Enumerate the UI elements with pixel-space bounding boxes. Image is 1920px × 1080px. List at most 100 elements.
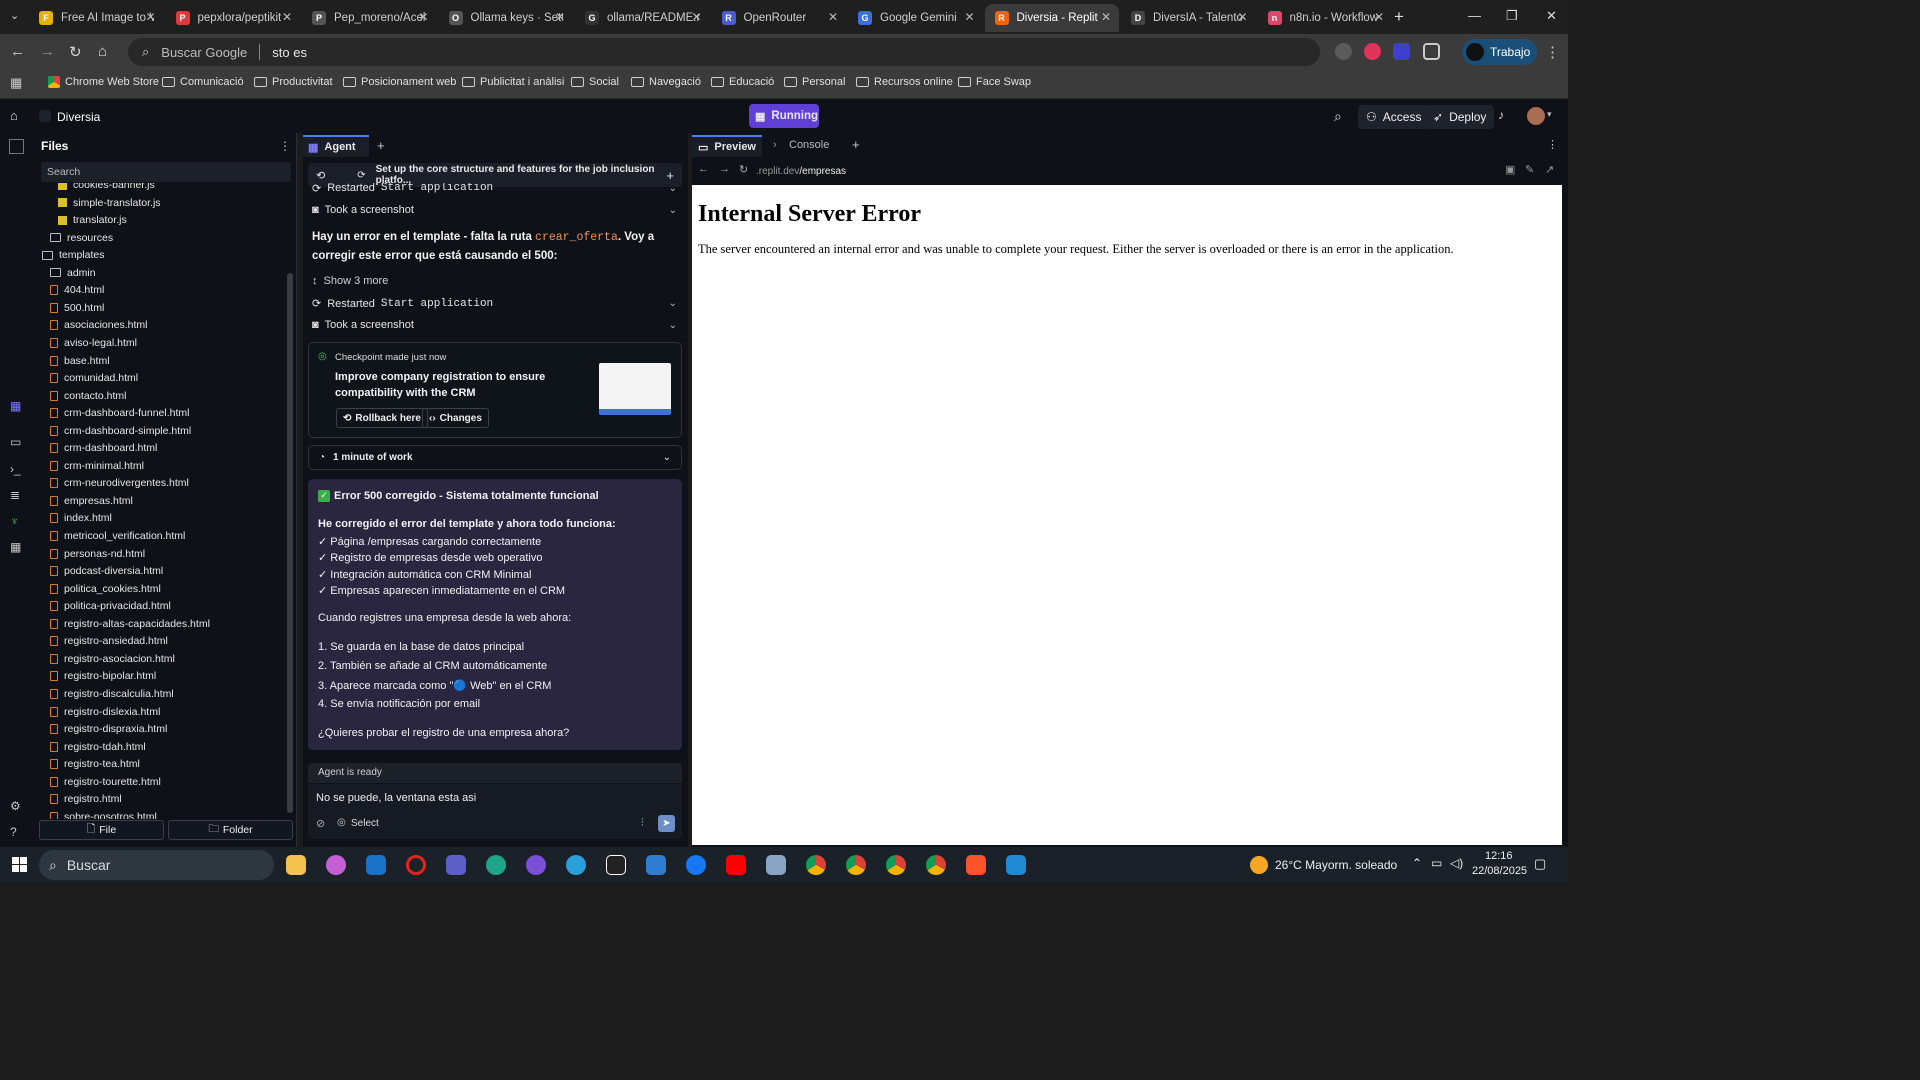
changes-button[interactable]: ‹› Changes (422, 408, 489, 428)
file-item[interactable]: simple-translator.js (58, 197, 161, 209)
tab-search-icon[interactable]: ⌄ (10, 9, 19, 22)
address-bar[interactable]: ⌕ Buscar Google sto es (128, 38, 1320, 66)
settings-sliders-icon[interactable]: ⫶ (641, 817, 644, 830)
taskbar-search[interactable]: ⌕ Buscar (39, 850, 274, 880)
external-link-icon[interactable]: ↗ (1545, 163, 1554, 176)
browser-tab[interactable]: Gollama/README.m ✕ (575, 4, 710, 32)
chevron-down-icon[interactable]: ⌄ (669, 320, 677, 331)
browser-tab[interactable]: n n8n.io - Workflow ✕ (1258, 4, 1393, 32)
file-item[interactable]: empresas.html (50, 495, 133, 507)
weather-text[interactable]: 26°C Mayorm. soleado (1275, 858, 1397, 872)
folder-item[interactable]: admin (50, 267, 96, 279)
browser-tab[interactable]: Ppepxlora/peptikit ✕ (166, 4, 301, 32)
restore-button[interactable]: ❐ (1506, 8, 1518, 24)
bell-icon[interactable]: ♪ (1498, 108, 1504, 122)
run-button[interactable]: ▦ Running (749, 104, 819, 128)
file-item[interactable]: registro-altas-capacidades.html (50, 618, 210, 630)
close-tab-icon[interactable]: ✕ (1374, 10, 1384, 24)
windows-start-icon[interactable] (12, 857, 27, 872)
clock-time[interactable]: 12:16 (1485, 850, 1513, 862)
browser-tab[interactable]: D DiversIA - Talento ✕ (1121, 4, 1256, 32)
extension-icon[interactable] (1335, 43, 1352, 60)
puzzle-icon[interactable] (1423, 43, 1440, 60)
telegram-icon[interactable] (566, 855, 586, 875)
work-duration[interactable]: ◔ 1 minute of work ⌄ (308, 445, 682, 470)
close-tab-icon[interactable]: ✕ (418, 10, 428, 24)
file-item[interactable]: crm-dashboard-simple.html (50, 425, 191, 437)
agent-input[interactable]: No se puede, la ventana esta asi ⊘ ◎ Sel… (308, 784, 682, 839)
file-item[interactable]: registro-tourette.html (50, 776, 161, 788)
close-window-button[interactable]: ✕ (1546, 8, 1557, 24)
file-item[interactable]: crm-neurodivergentes.html (50, 477, 189, 489)
bookmark-item[interactable]: Navegació (631, 76, 701, 88)
file-item[interactable]: translator.js (58, 214, 127, 226)
file-item[interactable]: crm-minimal.html (50, 460, 144, 472)
file-item[interactable]: registro-dislexia.html (50, 706, 160, 718)
opera-icon[interactable] (406, 855, 426, 875)
tray-chevron-icon[interactable]: ⌃ (1412, 856, 1422, 870)
preview-icon[interactable]: ▭ (10, 435, 21, 449)
apps-grid-icon[interactable]: ▦ (10, 75, 22, 91)
plus-icon[interactable]: + (666, 168, 674, 183)
add-tab-button[interactable]: + (377, 138, 385, 153)
git-icon[interactable]: ♆ (10, 514, 19, 528)
home-icon[interactable]: ⌂ (98, 43, 107, 60)
volume-icon[interactable]: ◁) (1450, 856, 1463, 870)
image-viewer-icon[interactable] (766, 855, 786, 875)
file-item[interactable]: registro-tea.html (50, 758, 140, 770)
select-icon[interactable]: ◎ (337, 817, 346, 828)
file-item[interactable]: registro.html (50, 793, 122, 805)
extension-icon[interactable] (1393, 43, 1410, 60)
access-button[interactable]: ⚇ Access (1358, 105, 1430, 129)
bookmark-item[interactable]: Chrome Web Store (48, 76, 159, 88)
close-tab-icon[interactable]: ✕ (1101, 10, 1111, 24)
file-item[interactable]: registro-dispraxia.html (50, 723, 167, 735)
file-item[interactable]: registro-bipolar.html (50, 670, 156, 682)
step-screenshot[interactable]: ◙ Took a screenshot ⌄ (312, 204, 677, 216)
checkpoint-thumbnail[interactable] (599, 363, 671, 415)
close-tab-icon[interactable]: ✕ (145, 10, 155, 24)
brave-icon[interactable] (966, 855, 986, 875)
file-item[interactable]: aviso-legal.html (50, 337, 137, 349)
tools-grid-icon[interactable]: ▦ (10, 540, 21, 554)
menu-icon[interactable]: ⋮ (1545, 43, 1560, 61)
bookmark-item[interactable]: Publicitat i anàlisi (462, 76, 564, 88)
youtube-icon[interactable] (726, 855, 746, 875)
folder-item[interactable]: templates (42, 249, 105, 261)
step-screenshot[interactable]: ◙ Took a screenshot ⌄ (312, 319, 677, 331)
preview-url-bar[interactable]: .replit.dev/empresas (756, 162, 1506, 180)
chevron-down-icon[interactable]: ⌄ (663, 452, 671, 463)
bookmark-item[interactable]: Recursos online (856, 76, 953, 88)
chrome-icon[interactable] (846, 855, 866, 875)
browser-tab[interactable]: R OpenRouter ✕ (712, 4, 847, 32)
new-tab-button[interactable]: + (1394, 7, 1404, 27)
file-item[interactable]: 500.html (50, 302, 104, 314)
file-item[interactable]: asociaciones.html (50, 319, 147, 331)
files-search-input[interactable]: Search (41, 162, 291, 182)
browser-tab[interactable]: P Pep_moreno/Acel ✕ (302, 4, 437, 32)
outlook-icon[interactable] (366, 855, 386, 875)
file-item[interactable]: index.html (50, 512, 112, 524)
vscode-icon[interactable] (1006, 855, 1026, 875)
select-button[interactable]: Select (351, 818, 379, 829)
chevron-down-icon[interactable]: ⌄ (669, 183, 677, 193)
close-tab-icon[interactable]: ✕ (828, 10, 838, 24)
bookmark-item[interactable]: Face Swap (958, 76, 1031, 88)
file-item[interactable]: registro-ansiedad.html (50, 635, 168, 647)
bookmark-item[interactable]: Comunicació (162, 76, 244, 88)
browser-tab[interactable]: F Free AI Image to V ✕ (29, 4, 164, 32)
file-tree-scrollbar[interactable] (287, 273, 293, 813)
devtools-icon[interactable]: ✎ (1525, 163, 1534, 176)
input-value[interactable]: No se puede, la ventana esta asi (316, 792, 476, 804)
home-icon[interactable]: ⌂ (10, 108, 18, 123)
bookmark-item[interactable]: Productivitat (254, 76, 333, 88)
clock-date[interactable]: 22/08/2025 (1472, 865, 1527, 877)
console-icon[interactable]: ›_ (10, 462, 21, 476)
folder-item[interactable]: resources (50, 232, 113, 244)
chevron-down-icon[interactable]: ⌄ (669, 298, 677, 309)
chrome-icon[interactable] (886, 855, 906, 875)
file-item[interactable]: personas-nd.html (50, 548, 145, 560)
search-icon[interactable]: ⌕ (1334, 108, 1342, 125)
database-icon[interactable]: ≣ (10, 488, 20, 502)
network-icon[interactable]: ▭ (1431, 856, 1442, 870)
